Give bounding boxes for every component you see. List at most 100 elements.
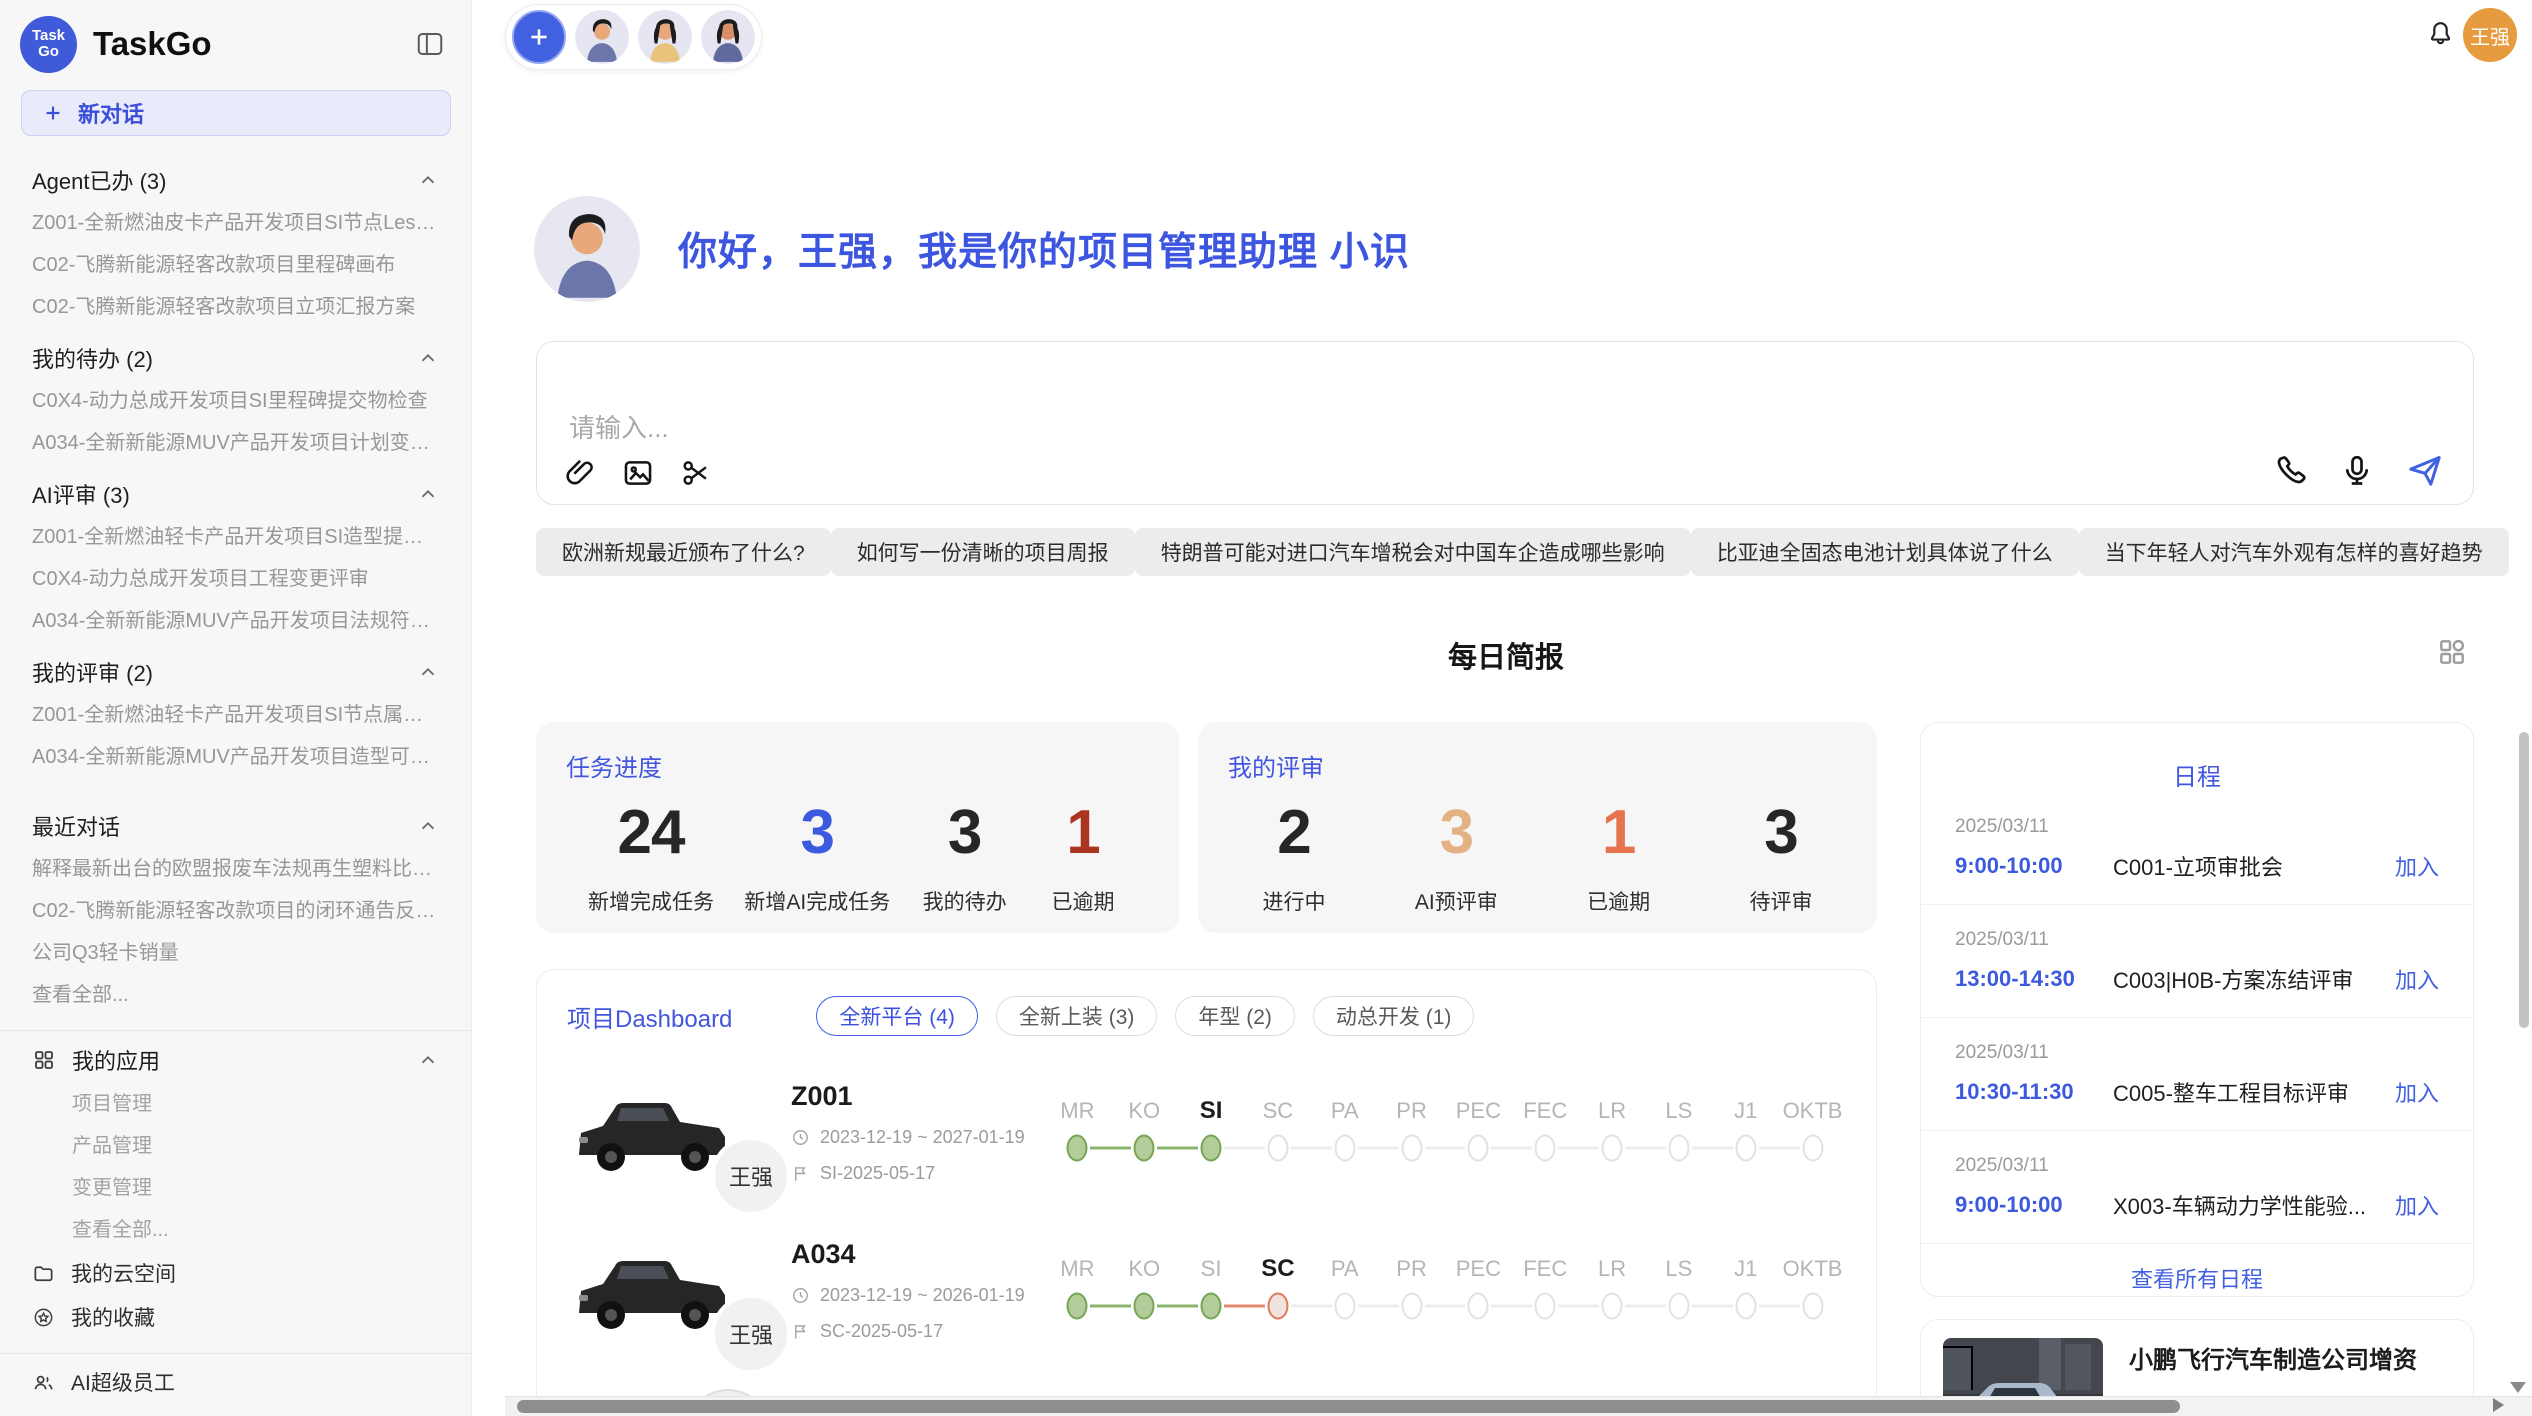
user-avatar[interactable]: 王强 bbox=[2463, 8, 2517, 62]
project-dashboard-title: 项目Dashboard bbox=[567, 999, 732, 1034]
sidebar-item[interactable]: A034-全新新能源MUV产品开发项目计划变更表编写 bbox=[0, 422, 471, 464]
milestone-label: OKTB bbox=[1779, 1249, 1846, 1289]
my-apps-subitem[interactable]: 项目管理 bbox=[0, 1083, 471, 1125]
scroll-down-arrow-icon[interactable] bbox=[2510, 1382, 2526, 1393]
sidebar-item[interactable]: 公司Q3轻卡销量 bbox=[0, 932, 471, 974]
milestone-label: PEC bbox=[1445, 1091, 1512, 1131]
milestone-dot bbox=[1401, 1135, 1422, 1162]
stat-value: 1 bbox=[1575, 797, 1663, 868]
milestone[interactable]: SI bbox=[1178, 1249, 1245, 1323]
milestone[interactable]: PEC bbox=[1445, 1091, 1512, 1165]
milestone[interactable]: LS bbox=[1645, 1091, 1712, 1165]
milestone[interactable]: MR bbox=[1044, 1091, 1111, 1165]
sidebar-section-header[interactable]: 我的待办 (2) bbox=[0, 336, 471, 380]
milestone[interactable]: FEC bbox=[1512, 1249, 1579, 1323]
notification-bell-icon[interactable] bbox=[2425, 18, 2456, 49]
sidebar-item[interactable]: 解释最新出台的欧盟报废车法规再生塑料比例被调至15%... bbox=[0, 848, 471, 890]
send-icon[interactable] bbox=[2405, 450, 2445, 490]
chat-input[interactable]: 请输入... bbox=[569, 408, 669, 445]
sidebar-item[interactable]: A034-全新新能源MUV产品开发项目法规符合性评审 bbox=[0, 600, 471, 642]
sidebar-item-my-apps[interactable]: 我的应用 bbox=[0, 1037, 471, 1083]
chevron-up-icon[interactable] bbox=[417, 1049, 439, 1071]
dashboard-tab[interactable]: 年型 (2) bbox=[1175, 996, 1295, 1036]
milestone[interactable]: J1 bbox=[1712, 1249, 1779, 1323]
agent-avatar-1[interactable] bbox=[575, 10, 629, 64]
join-link[interactable]: 加入 bbox=[2395, 850, 2439, 882]
attachment-icon[interactable] bbox=[563, 456, 597, 490]
milestone[interactable]: LS bbox=[1645, 1249, 1712, 1323]
dashboard-tab[interactable]: 全新上装 (3) bbox=[996, 996, 1158, 1036]
sidebar-item[interactable]: C0X4-动力总成开发项目SI里程碑提交物检查 bbox=[0, 380, 471, 422]
milestone[interactable]: PA bbox=[1311, 1091, 1378, 1165]
milestone-dot bbox=[1134, 1135, 1155, 1162]
suggestion-chip[interactable]: 比亚迪全固态电池计划具体说了什么 bbox=[1691, 528, 2079, 576]
horizontal-scrollbar-track[interactable] bbox=[505, 1396, 2532, 1416]
milestone[interactable]: SC bbox=[1244, 1249, 1311, 1323]
image-icon[interactable] bbox=[621, 456, 655, 490]
event-name: C001-立项审批会 bbox=[2113, 850, 2395, 882]
milestone[interactable]: SI bbox=[1178, 1091, 1245, 1165]
new-chat-button[interactable]: 新对话 bbox=[21, 90, 451, 136]
sidebar-item[interactable]: Z001-全新燃油皮卡产品开发项目SI节点Lesson Learn报告 bbox=[0, 202, 471, 244]
phone-icon[interactable] bbox=[2273, 452, 2309, 488]
suggestion-chip[interactable]: 如何写一份清晰的项目周报 bbox=[831, 528, 1135, 576]
milestone[interactable]: LR bbox=[1579, 1249, 1646, 1323]
milestone[interactable]: FEC bbox=[1512, 1091, 1579, 1165]
vertical-scrollbar-thumb[interactable] bbox=[2519, 732, 2529, 1028]
milestone[interactable]: KO bbox=[1111, 1249, 1178, 1323]
my-apps-subitem[interactable]: 变更管理 bbox=[0, 1167, 471, 1209]
sidebar-section-header[interactable]: 最近对话 bbox=[0, 804, 471, 848]
my-apps-subitem[interactable]: 查看全部... bbox=[0, 1209, 471, 1251]
microphone-icon[interactable] bbox=[2339, 452, 2375, 488]
join-link[interactable]: 加入 bbox=[2395, 1189, 2439, 1221]
stat-item: 3AI预评审 bbox=[1412, 797, 1500, 916]
milestone-dot bbox=[1201, 1293, 1222, 1320]
layout-grid-icon[interactable] bbox=[2436, 636, 2468, 668]
milestone[interactable]: LR bbox=[1579, 1091, 1646, 1165]
agent-avatar-3[interactable] bbox=[701, 10, 755, 64]
sidebar-item[interactable]: Z001-全新燃油轻卡产品开发项目SI节点属性5D文件评审 bbox=[0, 694, 471, 736]
sidebar-item-star[interactable]: 我的收藏 bbox=[0, 1295, 471, 1339]
stat-item: 3我的待办 bbox=[921, 797, 1009, 916]
sidebar-item[interactable]: C0X4-动力总成开发项目工程变更评审 bbox=[0, 558, 471, 600]
sidebar-section-header[interactable]: AI评审 (3) bbox=[0, 472, 471, 516]
suggestion-chip[interactable]: 欧洲新规最近颁布了什么? bbox=[536, 528, 831, 576]
scroll-right-arrow-icon[interactable] bbox=[2493, 1398, 2504, 1412]
taskgo-logo: Task Go bbox=[20, 16, 77, 73]
suggestion-chip[interactable]: 当下年轻人对汽车外观有怎样的喜好趋势 bbox=[2079, 528, 2509, 576]
join-link[interactable]: 加入 bbox=[2395, 963, 2439, 995]
milestone[interactable]: PR bbox=[1378, 1091, 1445, 1165]
milestone[interactable]: OKTB bbox=[1779, 1249, 1846, 1323]
dashboard-tab[interactable]: 全新平台 (4) bbox=[816, 996, 978, 1036]
collapse-sidebar-icon[interactable] bbox=[415, 29, 445, 59]
sidebar-item[interactable]: 查看全部... bbox=[0, 974, 471, 1016]
milestone[interactable]: J1 bbox=[1712, 1091, 1779, 1165]
milestone-dot bbox=[1201, 1135, 1222, 1162]
agent-avatar-2[interactable] bbox=[638, 10, 692, 64]
milestone[interactable]: KO bbox=[1111, 1091, 1178, 1165]
milestone[interactable]: SC bbox=[1244, 1091, 1311, 1165]
sidebar-item[interactable]: C02-飞腾新能源轻客改款项目立项汇报方案 bbox=[0, 286, 471, 328]
milestone[interactable]: OKTB bbox=[1779, 1091, 1846, 1165]
milestone[interactable]: PA bbox=[1311, 1249, 1378, 1323]
milestone[interactable]: MR bbox=[1044, 1249, 1111, 1323]
my-apps-subitem[interactable]: 产品管理 bbox=[0, 1125, 471, 1167]
sidebar-item-folder[interactable]: 我的云空间 bbox=[0, 1251, 471, 1295]
sidebar-item[interactable]: Z001-全新燃油轻卡产品开发项目SI造型提交物评审 bbox=[0, 516, 471, 558]
view-all-schedule-link[interactable]: 查看所有日程 bbox=[1921, 1244, 2473, 1294]
sidebar-item-photo[interactable]: 帮我写作 bbox=[0, 1404, 471, 1416]
sidebar-item[interactable]: A034-全新新能源MUV产品开发项目造型可行性评审 bbox=[0, 736, 471, 778]
scissors-icon[interactable] bbox=[679, 456, 713, 490]
milestone[interactable]: PEC bbox=[1445, 1249, 1512, 1323]
join-link[interactable]: 加入 bbox=[2395, 1076, 2439, 1108]
suggestion-chip[interactable]: 特朗普可能对进口汽车增税会对中国车企造成哪些影响 bbox=[1135, 528, 1691, 576]
sidebar-item-people[interactable]: AI超级员工 bbox=[0, 1360, 471, 1404]
milestone[interactable]: PR bbox=[1378, 1249, 1445, 1323]
horizontal-scrollbar-thumb[interactable] bbox=[517, 1400, 2180, 1413]
sidebar-section-header[interactable]: Agent已办 (3) bbox=[0, 158, 471, 202]
add-agent-button[interactable] bbox=[512, 10, 566, 64]
dashboard-tab[interactable]: 动总开发 (1) bbox=[1313, 996, 1475, 1036]
sidebar-item[interactable]: C02-飞腾新能源轻客改款项目的闭环通告反馈情况 bbox=[0, 890, 471, 932]
sidebar-item[interactable]: C02-飞腾新能源轻客改款项目里程碑画布 bbox=[0, 244, 471, 286]
sidebar-section-header[interactable]: 我的评审 (2) bbox=[0, 650, 471, 694]
